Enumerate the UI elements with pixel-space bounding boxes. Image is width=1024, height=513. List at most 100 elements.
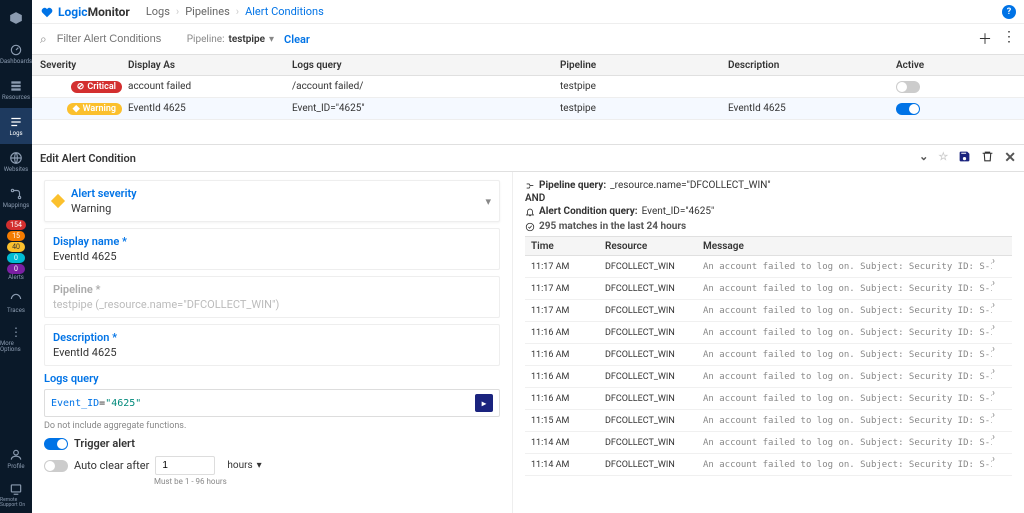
col-pipeline[interactable]: Pipeline	[560, 55, 728, 75]
table-row[interactable]: ◆Warning EventId 4625 Event_ID="4625" te…	[32, 98, 1024, 120]
edit-title: Edit Alert Condition	[40, 152, 136, 165]
active-toggle[interactable]	[896, 103, 920, 115]
sidebar-item-logs[interactable]: Logs	[0, 108, 32, 144]
help-icon[interactable]: ?	[1002, 5, 1016, 19]
severity-pill-critical: ⊘Critical	[71, 81, 122, 93]
field-description[interactable]: Description * EventId 4625	[44, 324, 500, 366]
cell-message: An account failed to log on. Subject: Se…	[703, 410, 992, 431]
breadcrumb-logs[interactable]: Logs	[146, 5, 170, 18]
col-active[interactable]: Active	[896, 55, 974, 75]
cell-resource: DFCOLLECT_WIN	[605, 454, 703, 475]
auto-clear-value[interactable]	[155, 456, 215, 475]
cell-message: An account failed to log on. Subject: Se…	[703, 432, 992, 453]
breadcrumb-current: Alert Conditions	[245, 5, 324, 18]
badge-warning: 40	[7, 242, 25, 252]
preview-panel: Pipeline query: _resource.name="DFCOLLEC…	[512, 172, 1024, 513]
auto-clear-toggle[interactable]	[44, 460, 68, 472]
check-circle-icon	[525, 222, 535, 232]
expand-row-icon[interactable]: ›	[992, 344, 1012, 365]
auto-clear-unit[interactable]: hours▾	[221, 457, 267, 474]
expand-row-icon[interactable]: ›	[992, 256, 1012, 277]
star-icon[interactable]: ☆	[938, 150, 948, 166]
chevron-down-icon: ▾	[269, 34, 274, 45]
expand-row-icon[interactable]: ›	[992, 278, 1012, 299]
cell-message: An account failed to log on. Subject: Se…	[703, 454, 992, 475]
breadcrumb-pipelines[interactable]: Pipelines	[185, 5, 230, 18]
results-row[interactable]: 11:15 AMDFCOLLECT_WINAn account failed t…	[525, 410, 1012, 432]
cell-message: An account failed to log on. Subject: Se…	[703, 388, 992, 409]
results-row[interactable]: 11:16 AMDFCOLLECT_WINAn account failed t…	[525, 388, 1012, 410]
sidebar-item-support[interactable]: Remote Support On	[0, 477, 32, 513]
results-row[interactable]: 11:17 AMDFCOLLECT_WINAn account failed t…	[525, 300, 1012, 322]
collapse-icon[interactable]: ⌄	[919, 150, 928, 166]
trigger-alert-toggle[interactable]	[44, 438, 68, 450]
col-description[interactable]: Description	[728, 55, 896, 75]
close-icon[interactable]: ✕	[1004, 150, 1016, 166]
cell-message: An account failed to log on. Subject: Se…	[703, 366, 992, 387]
col-severity[interactable]: Severity	[32, 55, 128, 75]
chevron-right-icon: ›	[236, 5, 239, 18]
sidebar-item-websites[interactable]: Websites	[0, 144, 32, 180]
pipeline-query-info: Pipeline query: _resource.name="DFCOLLEC…	[525, 180, 1012, 191]
add-button[interactable]: ＋	[978, 29, 992, 49]
matches-count: 295 matches in the last 24 hours	[525, 221, 1012, 232]
results-row[interactable]: 11:14 AMDFCOLLECT_WINAn account failed t…	[525, 432, 1012, 454]
table-row[interactable]: ⊘Critical account failed /account failed…	[32, 76, 1024, 98]
alert-query-info: Alert Condition query: Event_ID="4625"	[525, 206, 1012, 217]
expand-row-icon[interactable]: ›	[992, 410, 1012, 431]
expand-row-icon[interactable]: ›	[992, 322, 1012, 343]
results-body[interactable]: 11:17 AMDFCOLLECT_WINAn account failed t…	[525, 256, 1012, 505]
cell-time: 11:15 AM	[525, 410, 605, 431]
filter-input[interactable]	[57, 33, 177, 45]
active-toggle[interactable]	[896, 81, 920, 93]
sidebar-item-dashboards[interactable]: Dashboards	[0, 36, 32, 72]
results-row[interactable]: 11:16 AMDFCOLLECT_WINAn account failed t…	[525, 366, 1012, 388]
col-query[interactable]: Logs query	[292, 55, 560, 75]
sidebar-item-mappings[interactable]: Mappings	[0, 180, 32, 216]
cell-resource: DFCOLLECT_WIN	[605, 432, 703, 453]
run-query-button[interactable]: ▶	[475, 394, 493, 412]
cell-time: 11:17 AM	[525, 278, 605, 299]
results-row[interactable]: 11:16 AMDFCOLLECT_WINAn account failed t…	[525, 344, 1012, 366]
cell-resource: DFCOLLECT_WIN	[605, 410, 703, 431]
sidebar-item-more[interactable]: ⋮More Options	[0, 321, 32, 357]
cell-message: An account failed to log on. Subject: Se…	[703, 322, 992, 343]
expand-row-icon[interactable]: ›	[992, 300, 1012, 321]
main: LogicMonitor Logs › Pipelines › Alert Co…	[32, 0, 1024, 513]
severity-pill-warning: ◆Warning	[67, 103, 122, 115]
results-row[interactable]: 11:14 AMDFCOLLECT_WINAn account failed t…	[525, 454, 1012, 476]
sidebar-item-profile[interactable]: Profile	[0, 441, 32, 477]
logo[interactable]: LogicMonitor	[40, 5, 130, 19]
col-message[interactable]: Message	[703, 237, 992, 255]
field-display-name[interactable]: Display name * EventId 4625	[44, 228, 500, 270]
heart-pulse-icon	[40, 5, 54, 19]
col-display[interactable]: Display As	[128, 55, 292, 75]
sidebar-alerts[interactable]: 154 15 40 0 0 Alerts	[0, 216, 32, 285]
clear-button[interactable]: Clear	[284, 33, 310, 46]
cell-time: 11:14 AM	[525, 454, 605, 475]
more-menu[interactable]: ⋮	[1002, 29, 1016, 49]
results-row[interactable]: 11:17 AMDFCOLLECT_WINAn account failed t…	[525, 256, 1012, 278]
col-time[interactable]: Time	[525, 237, 605, 255]
cell-time: 11:17 AM	[525, 300, 605, 321]
expand-row-icon[interactable]: ›	[992, 432, 1012, 453]
trigger-alert-label: Trigger alert	[74, 437, 135, 450]
sidebar-item-resources[interactable]: Resources	[0, 72, 32, 108]
results-row[interactable]: 11:17 AMDFCOLLECT_WINAn account failed t…	[525, 278, 1012, 300]
pipeline-select[interactable]: Pipeline: testpipe ▾	[187, 34, 274, 45]
expand-row-icon[interactable]: ›	[992, 366, 1012, 387]
logs-query-input[interactable]: Event_ID="4625" ▶	[44, 389, 500, 417]
field-alert-severity[interactable]: Alert severity Warning ▾	[44, 180, 500, 222]
delete-icon[interactable]	[981, 150, 994, 163]
expand-row-icon[interactable]: ›	[992, 388, 1012, 409]
warning-diamond-icon	[51, 194, 65, 208]
save-icon[interactable]	[958, 150, 971, 163]
col-resource[interactable]: Resource	[605, 237, 703, 255]
field-pipeline: Pipeline * testpipe (_resource.name="DFC…	[44, 276, 500, 318]
results-row[interactable]: 11:16 AMDFCOLLECT_WINAn account failed t…	[525, 322, 1012, 344]
cell-resource: DFCOLLECT_WIN	[605, 278, 703, 299]
sidebar-logo[interactable]	[0, 0, 32, 36]
pipeline-icon	[525, 181, 535, 191]
expand-row-icon[interactable]: ›	[992, 454, 1012, 475]
sidebar-item-traces[interactable]: Traces	[0, 285, 32, 321]
